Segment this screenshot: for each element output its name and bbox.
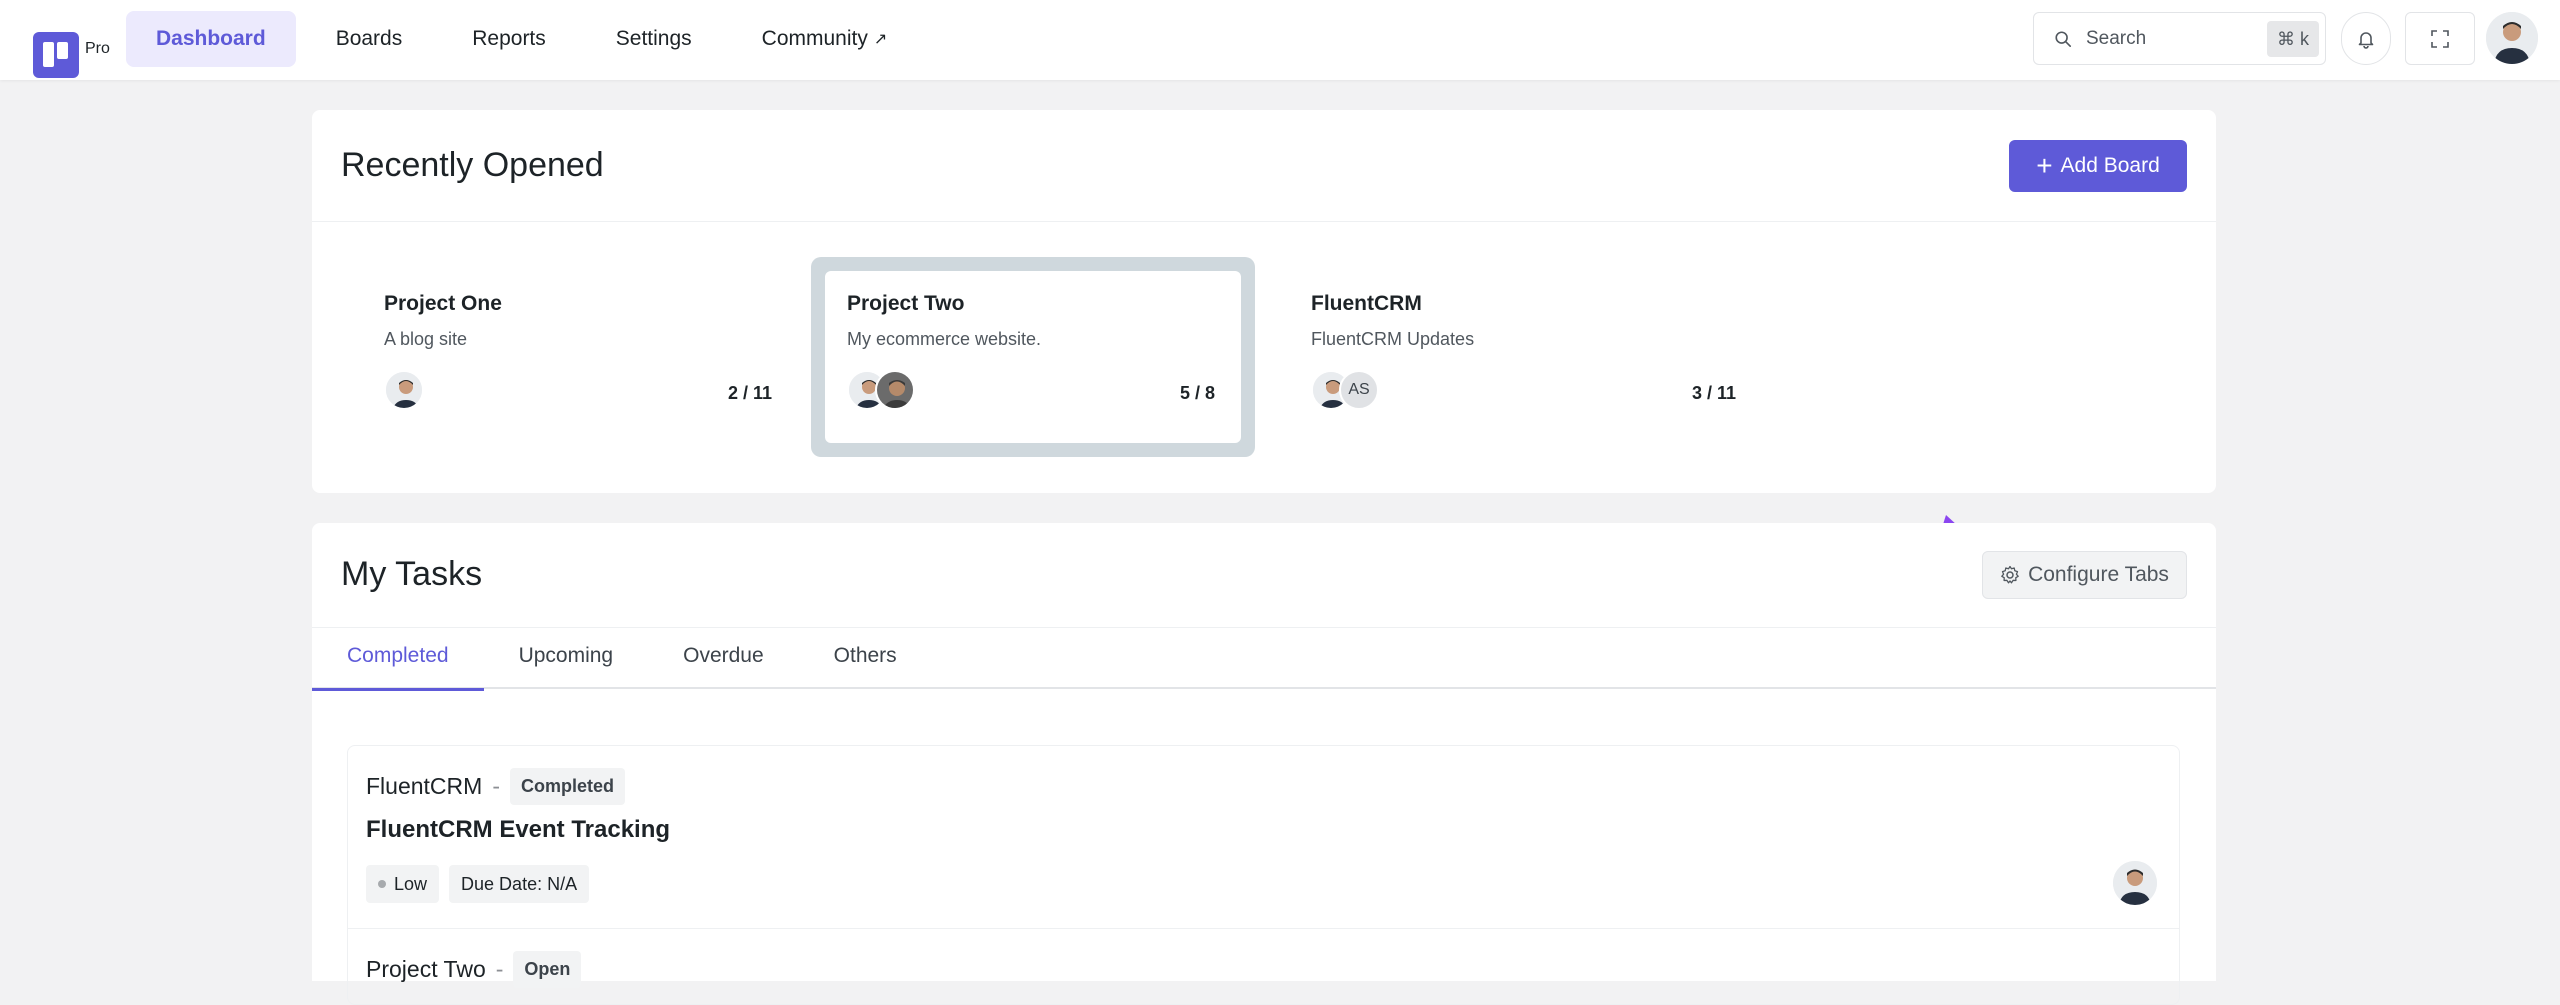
notifications-button[interactable] [2341, 12, 2391, 65]
task-title[interactable]: FluentCRM Event Tracking [366, 816, 670, 844]
member-avatar [875, 370, 915, 410]
external-link-icon: ↗ [873, 31, 888, 48]
task-meta: Low Due Date: N/A [366, 865, 599, 903]
divider [312, 221, 2216, 222]
my-tasks-title: My Tasks [341, 555, 483, 593]
board-progress: 2 / 11 [727, 383, 772, 403]
board-card-inner: Project Two My ecommerce website. 5 / 8 [825, 271, 1241, 443]
task-tabs: Completed Upcoming Overdue Others [312, 623, 2216, 691]
task-board-name[interactable]: FluentCRM [366, 773, 482, 800]
configure-tabs-button[interactable]: Configure Tabs [1982, 551, 2187, 599]
task-board-line: FluentCRM - Completed [366, 768, 625, 805]
board-name: Project One [384, 292, 502, 315]
gear-icon [2001, 565, 2019, 584]
status-badge: Open [513, 951, 582, 988]
bell-icon [2358, 31, 2374, 49]
recently-opened-title: Recently Opened [341, 146, 604, 184]
priority-dot-icon [378, 880, 386, 888]
nav-settings[interactable]: Settings [586, 11, 722, 67]
add-board-button[interactable]: + Add Board [2009, 140, 2187, 192]
board-card-project-one[interactable]: Project One A blog site 2 / 11 [312, 257, 772, 457]
board-card-project-two[interactable]: Project Two My ecommerce website. 5 / 8 [811, 257, 1255, 457]
board-card-fluentcrm[interactable]: FluentCRM FluentCRM Updates AS 3 / 11 [1276, 257, 1736, 457]
task-list: FluentCRM - Completed FluentCRM Event Tr… [347, 745, 2180, 1005]
status-badge: Completed [509, 768, 625, 805]
main-nav: Dashboard Boards Reports Settings Commun… [126, 11, 927, 67]
board-progress: 5 / 8 [1179, 383, 1215, 403]
search-icon [2055, 30, 2072, 47]
search-shortcut: ⌘ k [2266, 21, 2319, 57]
my-tasks-panel: My Tasks Configure Tabs Completed Upcomi… [312, 523, 2216, 1005]
user-avatar[interactable] [2486, 12, 2538, 64]
fullscreen-button[interactable] [2405, 12, 2475, 65]
due-date-badge: Due Date: N/A [449, 865, 590, 903]
board-progress: 3 / 11 [1691, 383, 1736, 403]
task-row[interactable]: Project Two - Open [348, 929, 2179, 1004]
app-logo[interactable] [33, 32, 79, 78]
recently-opened-panel: Recently Opened + Add Board Project One … [312, 110, 2216, 493]
tab-others[interactable]: Others [799, 623, 932, 689]
top-bar: Pro Dashboard Boards Reports Settings Co… [0, 0, 2560, 80]
task-row[interactable]: FluentCRM - Completed FluentCRM Event Tr… [348, 746, 2179, 929]
nav-community[interactable]: Community ↗ [732, 11, 918, 67]
member-avatar [384, 370, 424, 410]
tab-overdue[interactable]: Overdue [648, 623, 799, 689]
search-label: Search [2086, 27, 2147, 49]
tab-upcoming[interactable]: Upcoming [484, 623, 649, 689]
logo-plan-label: Pro [85, 40, 110, 57]
task-board-name[interactable]: Project Two [366, 956, 486, 983]
board-description: My ecommerce website. [847, 329, 1042, 349]
tab-completed[interactable]: Completed [312, 623, 484, 691]
nav-reports[interactable]: Reports [442, 11, 576, 67]
nav-dashboard[interactable]: Dashboard [126, 11, 296, 67]
expand-icon [2431, 29, 2449, 48]
board-description: A blog site [384, 329, 468, 349]
task-board-line: Project Two - Open [366, 951, 582, 988]
search-button[interactable]: Search ⌘ k [2033, 12, 2326, 65]
board-name: Project Two [847, 292, 965, 315]
member-initials-avatar: AS [1339, 370, 1379, 410]
task-assignee-avatar [2113, 861, 2157, 905]
plus-icon: + [2036, 150, 2053, 181]
nav-boards[interactable]: Boards [306, 11, 433, 67]
board-name: FluentCRM [1311, 292, 1422, 315]
priority-badge: Low [366, 865, 440, 903]
board-description: FluentCRM Updates [1311, 329, 1475, 349]
